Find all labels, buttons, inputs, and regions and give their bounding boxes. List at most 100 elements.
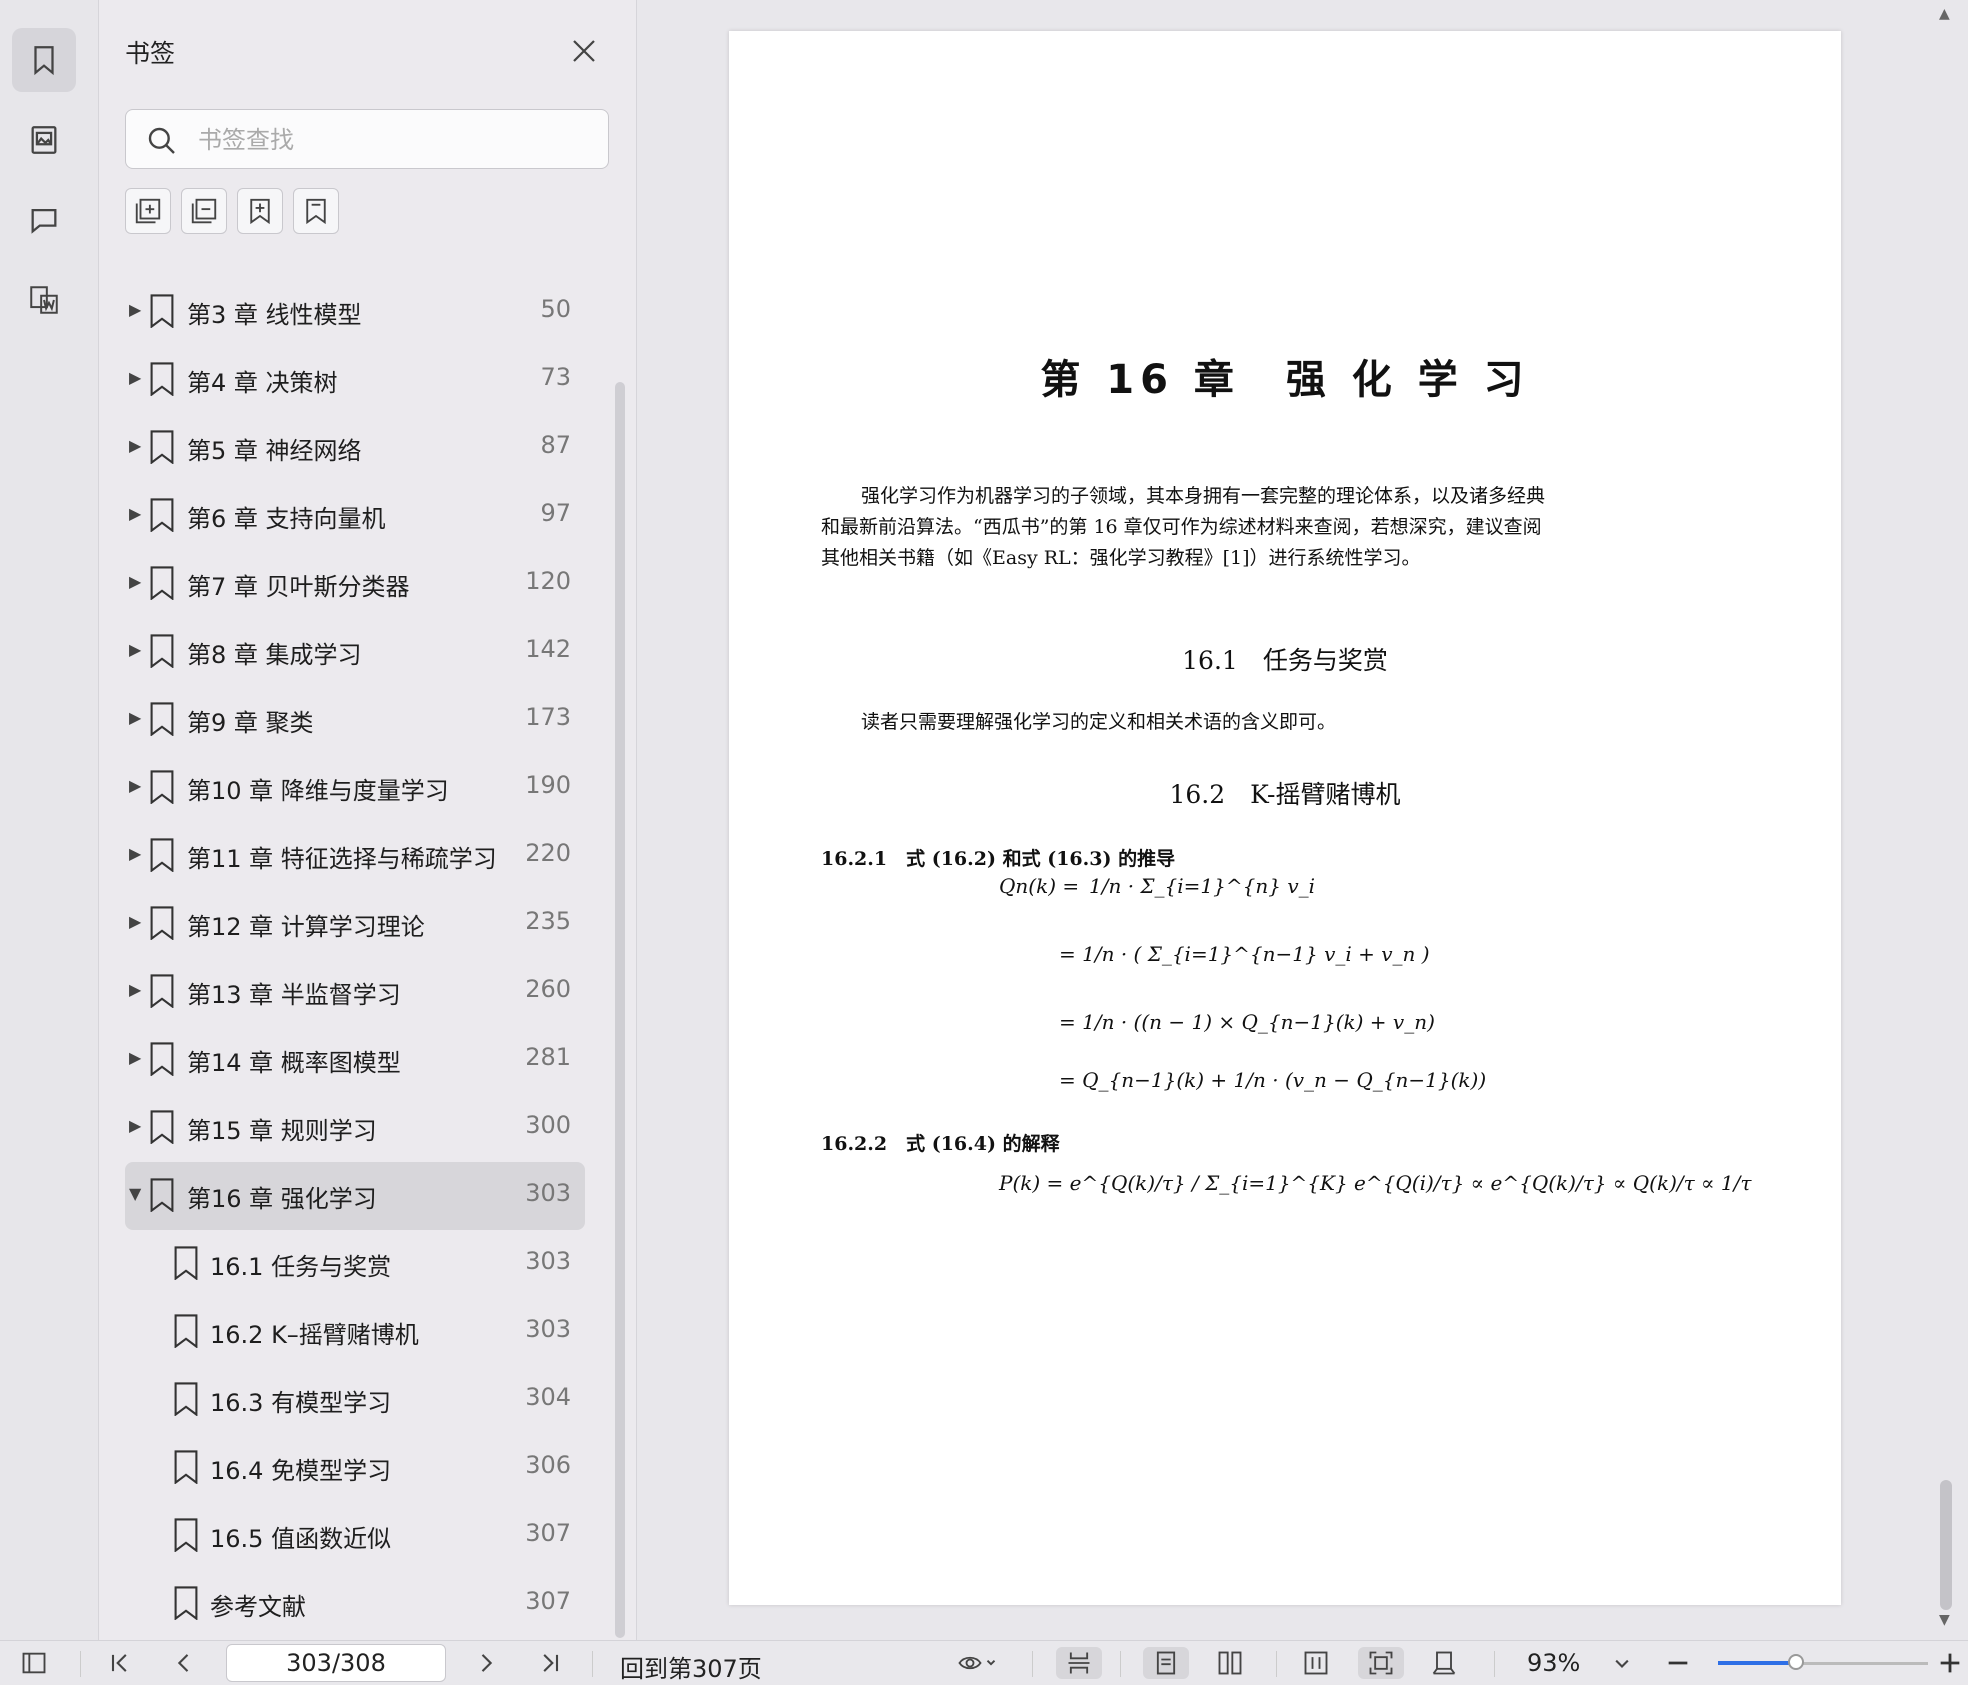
expand-arrow-icon[interactable]: ▶	[129, 368, 141, 387]
expand-arrow-icon[interactable]: ▶	[129, 980, 141, 999]
equation-line: Qn(k) =	[999, 874, 1080, 898]
fit-width-button[interactable]	[1056, 1647, 1102, 1679]
bookmark-page: 303	[525, 1247, 571, 1275]
bookmark-search-input[interactable]	[196, 120, 590, 160]
bookmark-icon	[174, 1586, 198, 1620]
expand-arrow-icon[interactable]: ▶	[129, 1116, 141, 1135]
bookmark-subitem[interactable]: 16.5 值函数近似 307	[125, 1502, 585, 1570]
bookmark-item[interactable]: ▶ 第8 章 集成学习 142	[125, 618, 585, 686]
bookmark-item[interactable]: ▶ 第12 章 计算学习理论 235	[125, 890, 585, 958]
collapse-arrow-icon[interactable]: ▼	[129, 1184, 141, 1203]
continuous-scroll-button[interactable]	[1300, 1647, 1332, 1679]
bookmark-subitem[interactable]: 16.1 任务与奖赏 303	[125, 1230, 585, 1298]
single-page-icon	[1156, 1651, 1176, 1675]
bookmark-item[interactable]: ▶ 第9 章 聚类 173	[125, 686, 585, 754]
bookmark-item-selected[interactable]: ▼ 第16 章 强化学习 303	[125, 1162, 585, 1230]
fit-page-button[interactable]	[1358, 1647, 1404, 1679]
equation-line: P(k) = e^{Q(k)/τ} / Σ_{i=1}^{K} e^{Q(i)/…	[999, 1171, 1752, 1195]
bookmark-tab-button[interactable]	[12, 28, 76, 92]
divider	[1032, 1651, 1033, 1677]
expand-arrow-icon[interactable]: ▶	[129, 572, 141, 591]
zoom-dropdown-button[interactable]	[1606, 1647, 1638, 1679]
zoom-level[interactable]: 93%	[1527, 1649, 1580, 1677]
previous-page-button[interactable]	[168, 1647, 200, 1679]
zoom-slider-handle[interactable]	[1787, 1654, 1804, 1670]
bookmark-item[interactable]: ▶ 第15 章 规则学习 300	[125, 1094, 585, 1162]
bookmark-item[interactable]: ▶ 第5 章 神经网络 87	[125, 414, 585, 482]
toggle-sidebar-button[interactable]	[18, 1647, 50, 1679]
first-page-button[interactable]	[104, 1647, 136, 1679]
expand-arrow-icon[interactable]: ▶	[129, 640, 141, 659]
zoom-out-button[interactable]	[1662, 1647, 1694, 1679]
bookmark-label: 第11 章 特征选择与稀疏学习	[187, 845, 497, 873]
bookmark-item[interactable]: ▶ 第10 章 降维与度量学习 190	[125, 754, 585, 822]
bookmark-panel: 书签 ▶ 第3 章 线性模型 50 ▶ 第4 章 决策树 73 ▶ 第5 章 神经网络 87…	[99, 0, 637, 1640]
last-page-button[interactable]	[534, 1647, 566, 1679]
expand-arrow-icon[interactable]: ▶	[129, 504, 141, 523]
read-mode-button[interactable]	[948, 1647, 1006, 1679]
expand-all-icon	[135, 198, 161, 224]
bookmark-label: 第4 章 决策树	[187, 369, 338, 397]
bookmark-subitem[interactable]: 16.3 有模型学习 304	[125, 1366, 585, 1434]
bookmark-page: 50	[540, 295, 571, 323]
minus-icon	[1668, 1661, 1688, 1665]
add-bookmark-button[interactable]	[237, 188, 283, 234]
section-heading: 16.2 K-摇臂赌博机	[1169, 780, 1401, 809]
sidebar-icon	[22, 1652, 46, 1674]
panel-scrollbar[interactable]	[615, 382, 625, 1638]
bookmark-item[interactable]: ▶ 第14 章 概率图模型 281	[125, 1026, 585, 1094]
collapse-all-button[interactable]	[181, 188, 227, 234]
bookmark-item[interactable]: ▶ 第3 章 线性模型 50	[125, 278, 585, 346]
bookmark-label: 参考文献	[210, 1593, 306, 1621]
bookmark-page: 120	[525, 567, 571, 595]
bookmark-item[interactable]: ▶ 第4 章 决策树 73	[125, 346, 585, 414]
bookmark-label: 16.3 有模型学习	[210, 1389, 392, 1417]
bookmark-icon	[174, 1450, 198, 1484]
next-page-button[interactable]	[470, 1647, 502, 1679]
expand-arrow-icon[interactable]: ▶	[129, 1048, 141, 1067]
scroll-down-icon[interactable]: ▼	[1939, 1612, 1950, 1628]
bookmark-search-box[interactable]	[125, 109, 609, 169]
bookmark-page: 260	[525, 975, 571, 1003]
expand-all-button[interactable]	[125, 188, 171, 234]
remove-bookmark-button[interactable]	[293, 188, 339, 234]
bookmark-label: 第10 章 降维与度量学习	[187, 777, 449, 805]
expand-arrow-icon[interactable]: ▶	[129, 708, 141, 727]
thumbnail-tab-button[interactable]	[12, 108, 76, 172]
comment-tab-button[interactable]	[12, 188, 76, 252]
bookmark-subitem[interactable]: 参考文献 307	[125, 1570, 585, 1638]
bookmark-subitem[interactable]: 16.4 免模型学习 306	[125, 1434, 585, 1502]
rotate-button[interactable]	[1428, 1647, 1460, 1679]
convert-word-tab-button[interactable]	[12, 268, 76, 332]
expand-arrow-icon[interactable]: ▶	[129, 300, 141, 319]
bookmark-page: 220	[525, 839, 571, 867]
bookmark-item[interactable]: ▶ 第6 章 支持向量机 97	[125, 482, 585, 550]
bookmark-label: 16.4 免模型学习	[210, 1457, 392, 1485]
back-to-page-link[interactable]: 回到第307页	[620, 1649, 762, 1684]
bookmark-subitem[interactable]: 16.2 K–摇臂赌博机 303	[125, 1298, 585, 1366]
equation-line: = Q_{n−1}(k) + 1/n · (v_n − Q_{n−1}(k))	[1059, 1068, 1487, 1092]
bookmark-item[interactable]: ▶ 第7 章 贝叶斯分类器 120	[125, 550, 585, 618]
bookmark-label: 第5 章 神经网络	[187, 437, 362, 465]
single-page-button[interactable]	[1143, 1647, 1189, 1679]
word-convert-icon	[30, 286, 58, 314]
continuous-page-icon	[1304, 1651, 1328, 1675]
close-icon[interactable]	[569, 36, 599, 66]
zoom-in-button[interactable]	[1936, 1647, 1964, 1679]
expand-arrow-icon[interactable]: ▶	[129, 844, 141, 863]
scroll-up-icon[interactable]: ▲	[1939, 6, 1950, 22]
expand-arrow-icon[interactable]: ▶	[129, 776, 141, 795]
page-number-input[interactable]: 303/308	[226, 1644, 446, 1682]
bookmark-page: 190	[525, 771, 571, 799]
expand-arrow-icon[interactable]: ▶	[129, 912, 141, 931]
bookmark-page: 306	[525, 1451, 571, 1479]
bookmark-item[interactable]: ▶ 第11 章 特征选择与稀疏学习 220	[125, 822, 585, 890]
bookmark-page: 303	[525, 1315, 571, 1343]
double-page-button[interactable]	[1214, 1647, 1246, 1679]
document-scrollbar[interactable]	[1940, 1480, 1952, 1610]
document-view: ▲ 第 16 章 强 化 学 习 强化学习作为机器学习的子领域，其本身拥有一套完…	[637, 0, 1968, 1640]
expand-arrow-icon[interactable]: ▶	[129, 436, 141, 455]
bookmark-icon	[150, 838, 174, 872]
bookmark-item[interactable]: ▶ 第13 章 半监督学习 260	[125, 958, 585, 1026]
subsection-heading: 16.2.1 式 (16.2) 和式 (16.3) 的推导	[821, 848, 1176, 870]
